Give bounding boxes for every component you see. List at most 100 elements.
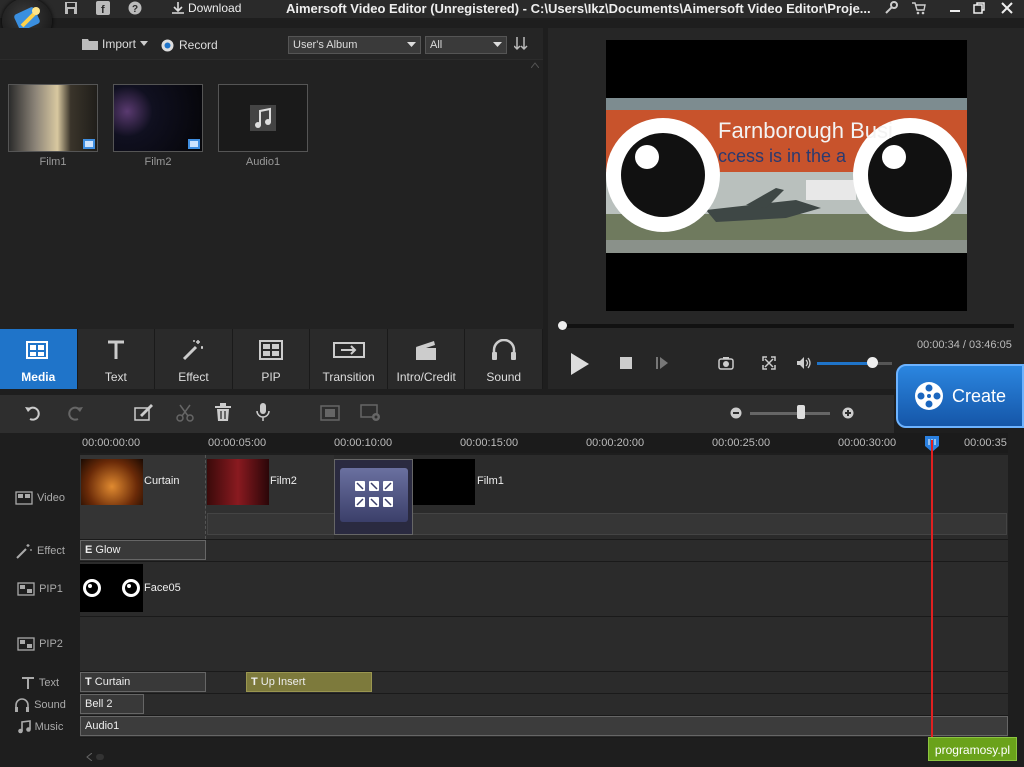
sound-clip-bell2[interactable]: Bell 2 xyxy=(80,694,144,714)
download-button[interactable]: Download xyxy=(172,1,241,15)
zoom-handle[interactable] xyxy=(797,405,805,419)
volume-slider[interactable] xyxy=(817,362,892,365)
clip-label: Bell 2 xyxy=(85,698,113,710)
text-clip-curtain[interactable]: T Curtain xyxy=(80,672,206,692)
track-label-music: Music xyxy=(0,716,80,737)
voiceover-button[interactable] xyxy=(256,403,270,421)
effect-badge-icon: E xyxy=(85,544,93,556)
next-frame-button[interactable] xyxy=(656,357,668,369)
gear-icon xyxy=(360,404,380,421)
tab-sound[interactable]: Sound xyxy=(465,329,544,389)
tab-intro-credit[interactable]: Intro/Credit xyxy=(388,329,466,389)
transition-clip[interactable] xyxy=(334,459,413,535)
video-clip-curtain[interactable]: Curtain xyxy=(80,455,206,539)
zoom-out-icon[interactable] xyxy=(730,407,742,419)
track-label-text: PIP2 xyxy=(39,638,63,650)
tab-media[interactable]: Media xyxy=(0,329,78,389)
play-button[interactable] xyxy=(570,352,590,376)
svg-text:?: ? xyxy=(132,4,138,15)
track-label-text: Music xyxy=(34,720,64,733)
chevron-down-icon xyxy=(493,42,502,47)
clip-thumbnail xyxy=(207,459,269,505)
pip-icon xyxy=(259,340,284,360)
pip-clip-face05[interactable] xyxy=(80,564,143,612)
video-track[interactable]: Curtain Film2 Film1 xyxy=(80,455,1008,540)
register-key-icon[interactable] xyxy=(884,1,900,17)
zoom-slider[interactable] xyxy=(750,412,830,415)
create-button[interactable]: Create xyxy=(896,364,1024,428)
save-icon[interactable] xyxy=(64,1,80,17)
stop-button[interactable] xyxy=(620,357,632,369)
microphone-icon xyxy=(256,403,270,421)
volume-handle[interactable] xyxy=(866,357,878,368)
trash-icon xyxy=(215,403,231,421)
tab-label: Intro/Credit xyxy=(396,370,456,384)
intro-credit-icon xyxy=(416,341,437,360)
scroll-up-icon[interactable] xyxy=(531,62,539,68)
tab-transition[interactable]: Transition xyxy=(310,329,388,389)
edit-button[interactable] xyxy=(134,403,154,421)
effect-track[interactable]: E Glow xyxy=(80,540,1008,562)
volume-icon[interactable] xyxy=(796,356,812,370)
sign-text-line2: ccess is in the a xyxy=(718,146,847,166)
ruler-tick: 00:00:10:00 xyxy=(334,437,393,449)
tab-effect[interactable]: Effect xyxy=(155,329,233,389)
track-label-text: Effect xyxy=(37,544,65,557)
text-clip-up-insert[interactable]: T Up Insert xyxy=(246,672,372,692)
fullscreen-icon xyxy=(762,356,776,370)
seek-handle[interactable] xyxy=(558,321,567,330)
cut-button[interactable] xyxy=(176,404,194,422)
media-item-film1[interactable] xyxy=(8,84,98,152)
fullscreen-button[interactable] xyxy=(762,356,776,370)
window-title: Aimersoft Video Editor (Unregistered) - … xyxy=(286,1,871,16)
tab-label: Effect xyxy=(178,370,209,384)
record-button[interactable]: Record xyxy=(161,38,218,52)
restore-icon[interactable] xyxy=(972,1,988,17)
video-track-icon xyxy=(15,490,33,505)
media-item-audio1[interactable] xyxy=(218,84,308,152)
sound-track[interactable]: Bell 2 xyxy=(80,694,1008,716)
close-icon[interactable] xyxy=(1000,1,1016,17)
play-icon xyxy=(571,353,589,375)
filter-select[interactable]: All xyxy=(425,36,507,54)
film-reel-icon xyxy=(914,382,943,410)
pip1-track[interactable]: Face05 xyxy=(80,562,1008,617)
settings-button[interactable] xyxy=(360,404,382,422)
crop-button[interactable] xyxy=(320,405,340,421)
snapshot-button[interactable] xyxy=(718,356,734,370)
timeline-scrollbar[interactable] xyxy=(80,750,1008,764)
folder-icon xyxy=(82,39,98,50)
track-label-sound: Sound xyxy=(0,694,80,715)
seek-bar[interactable] xyxy=(562,324,1014,328)
import-button[interactable]: Import xyxy=(82,37,149,51)
playhead-line xyxy=(931,440,933,740)
minimize-icon[interactable] xyxy=(948,1,964,17)
effect-clip-glow[interactable]: E Glow xyxy=(80,540,206,560)
cart-icon[interactable] xyxy=(912,1,928,17)
music-track[interactable]: Audio1 xyxy=(80,716,1008,738)
facebook-icon[interactable]: f xyxy=(96,1,112,17)
music-clip-audio1[interactable]: Audio1 xyxy=(80,716,1008,736)
ruler-tick: 00:00:35 xyxy=(964,437,1007,449)
media-item-film2[interactable] xyxy=(113,84,203,152)
clip-label: Curtain xyxy=(94,676,131,688)
help-icon[interactable]: ? xyxy=(128,1,144,17)
undo-icon xyxy=(25,406,40,421)
sort-icon[interactable] xyxy=(514,37,530,51)
text-track-icon xyxy=(21,676,34,689)
album-select[interactable]: User's Album xyxy=(288,36,421,54)
pip2-track[interactable] xyxy=(80,617,1008,672)
tab-label: Media xyxy=(21,370,56,384)
undo-button[interactable] xyxy=(24,404,42,422)
delete-button[interactable] xyxy=(214,403,232,421)
record-label: Record xyxy=(179,38,218,52)
preview-screen: Farnborough Busi ccess is in the a xyxy=(606,40,967,311)
tab-pip[interactable]: PIP xyxy=(233,329,311,389)
text-track[interactable]: T Curtain T Up Insert xyxy=(80,672,1008,694)
tab-text[interactable]: Text xyxy=(78,329,156,389)
scroll-thumb[interactable] xyxy=(96,754,104,760)
preview-frame xyxy=(606,40,967,311)
redo-button[interactable] xyxy=(66,404,84,422)
zoom-in-icon[interactable] xyxy=(842,407,854,419)
tab-label: Sound xyxy=(486,370,522,384)
